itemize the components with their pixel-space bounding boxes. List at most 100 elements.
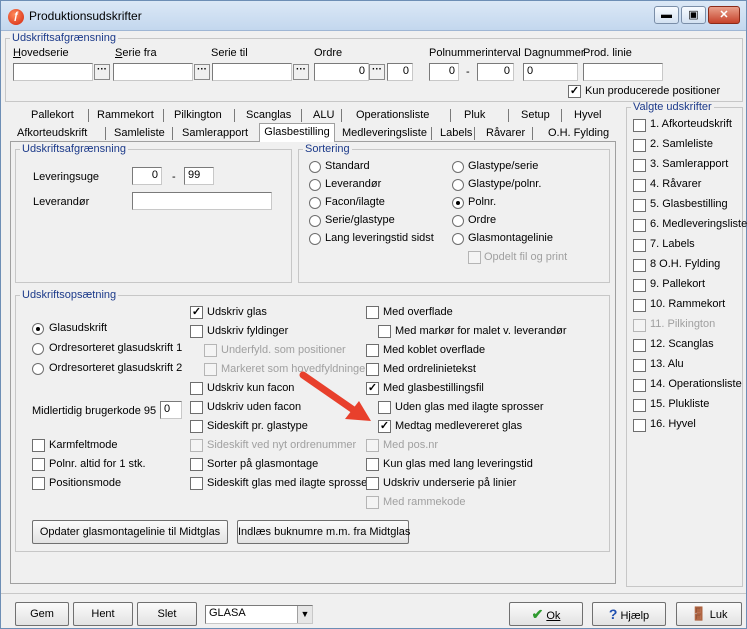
tab-pallekort[interactable]: Pallekort (31, 109, 74, 121)
valgte-alu-checkbox[interactable] (633, 359, 646, 372)
sort-serie-glastype-radio[interactable] (309, 215, 321, 227)
serie-fra-input[interactable] (113, 63, 193, 81)
sorter-glasmontage-checkbox[interactable] (190, 458, 203, 471)
kun-lang-leveringstid-checkbox[interactable] (366, 458, 379, 471)
tab-alu[interactable]: ALU (313, 109, 334, 121)
tab-pilkington[interactable]: Pilkington (174, 109, 222, 121)
valgte-hyvel-checkbox[interactable] (633, 419, 646, 432)
underfyld-checkbox[interactable] (204, 344, 217, 357)
valgte-labels-checkbox[interactable] (633, 239, 646, 252)
valgte-samleliste-checkbox[interactable] (633, 139, 646, 152)
sideskift-ordrenummer-checkbox[interactable] (190, 439, 203, 452)
hovedserie-input[interactable] (13, 63, 93, 81)
udskriv-glas-checkbox[interactable]: ✓ (190, 306, 203, 319)
valgte-rammekort-checkbox[interactable] (633, 299, 646, 312)
tab-operationsliste[interactable]: Operationsliste (356, 109, 429, 121)
med-overflade-checkbox[interactable] (366, 306, 379, 319)
combo-dropdown-icon[interactable]: ▼ (297, 606, 312, 623)
tab-glasbestilling[interactable]: Glasbestilling (259, 123, 335, 142)
tab-hyvel[interactable]: Hyvel (574, 109, 602, 121)
med-markor-checkbox[interactable] (378, 325, 391, 338)
sort-leverandor-radio[interactable] (309, 179, 321, 191)
sort-lang-leveringstid-radio[interactable] (309, 233, 321, 245)
opdater-glasmontagelinie-button[interactable]: Opdater glasmontagelinie til Midtglas (32, 520, 228, 544)
ordre-lookup-button[interactable]: ··· (369, 64, 385, 80)
close-button[interactable]: ✕ (708, 6, 740, 24)
tab-rammekort[interactable]: Rammekort (97, 109, 154, 121)
med-posnr-checkbox[interactable] (366, 439, 379, 452)
valgte-medleveringsliste-checkbox[interactable] (633, 219, 646, 232)
sort-ordre-radio[interactable] (452, 215, 464, 227)
uden-glas-sprosser-checkbox[interactable] (378, 401, 391, 414)
valgte-ravarer-checkbox[interactable] (633, 179, 646, 192)
kun-producerede-checkbox[interactable]: ✓ (568, 85, 581, 98)
udskriv-underserie-checkbox[interactable] (366, 477, 379, 490)
tab-samleliste[interactable]: Samleliste (114, 127, 165, 139)
valgte-pilkington-checkbox[interactable] (633, 319, 646, 332)
dagnummer-input[interactable]: 0 (523, 63, 578, 81)
markeret-hovedfyldninger-checkbox[interactable] (204, 363, 217, 376)
valgte-glasbestilling-checkbox[interactable] (633, 199, 646, 212)
polnr-from-input[interactable]: 0 (429, 63, 459, 81)
tab-samlerapport[interactable]: Samlerapport (182, 127, 248, 139)
ordresorteret-1-radio[interactable] (32, 343, 44, 355)
minimize-button[interactable]: ▬ (654, 6, 679, 24)
ok-button[interactable]: ✔ Ok (509, 602, 583, 626)
udskriv-fyldinger-checkbox[interactable] (190, 325, 203, 338)
sort-glasmontagelinie-radio[interactable] (452, 233, 464, 245)
maximize-button[interactable]: ▣ (681, 6, 706, 24)
tab-labels[interactable]: Labels (440, 127, 472, 139)
leveringsuge-to-input[interactable]: 99 (184, 167, 214, 185)
sort-glastype-serie-radio[interactable] (452, 161, 464, 173)
udskriv-uden-facon-checkbox[interactable] (190, 401, 203, 414)
slet-button[interactable]: Slet (137, 602, 197, 626)
leveringsuge-from-input[interactable]: 0 (132, 167, 162, 185)
hovedserie-lookup-button[interactable]: ··· (94, 64, 110, 80)
polnr-altid-checkbox[interactable] (32, 458, 45, 471)
tab-medleveringsliste[interactable]: Medleveringsliste (342, 127, 427, 139)
tab-oh-fylding[interactable]: O.H. Fylding (548, 127, 609, 139)
medtag-medlevereret-checkbox[interactable]: ✓ (378, 420, 391, 433)
tab-scanglas[interactable]: Scanglas (246, 109, 291, 121)
opdelt-fil-checkbox[interactable] (468, 251, 481, 264)
midlertidig-input[interactable]: 0 (160, 401, 182, 419)
serie-til-input[interactable] (212, 63, 292, 81)
luk-button[interactable]: 🚪 Luk (676, 602, 742, 626)
leverandor-input[interactable] (132, 192, 272, 210)
tab-afkorteudskrift[interactable]: Afkorteudskrift (17, 127, 87, 139)
med-rammekode-checkbox[interactable] (366, 496, 379, 509)
sideskift-glastype-checkbox[interactable] (190, 420, 203, 433)
karmfeltmode-checkbox[interactable] (32, 439, 45, 452)
ordre-from-input[interactable]: 0 (314, 63, 369, 81)
udskriv-kun-facon-checkbox[interactable] (190, 382, 203, 395)
polnr-to-input[interactable]: 0 (477, 63, 514, 81)
tab-pluk[interactable]: Pluk (464, 109, 485, 121)
sort-glastype-polnr-radio[interactable] (452, 179, 464, 191)
tab-setup[interactable]: Setup (521, 109, 550, 121)
ordre-to-input[interactable]: 0 (387, 63, 413, 81)
valgte-plukliste-checkbox[interactable] (633, 399, 646, 412)
prod-linie-input[interactable] (583, 63, 663, 81)
ordresorteret-2-radio[interactable] (32, 363, 44, 375)
valgte-oh-fylding-checkbox[interactable] (633, 259, 646, 272)
indlaes-buknumre-button[interactable]: Indlæs buknumre m.m. fra Midtglas (237, 520, 410, 544)
positionsmode-checkbox[interactable] (32, 477, 45, 490)
valgte-pallekort-checkbox[interactable] (633, 279, 646, 292)
hent-button[interactable]: Hent (73, 602, 133, 626)
serie-fra-lookup-button[interactable]: ··· (194, 64, 210, 80)
title-bar[interactable]: ƒ Produktionsudskrifter ▬ ▣ ✕ (1, 1, 746, 31)
valgte-samlerapport-checkbox[interactable] (633, 159, 646, 172)
glasudskrift-radio[interactable] (32, 323, 44, 335)
gem-button[interactable]: Gem (15, 602, 69, 626)
sort-polnr-radio[interactable] (452, 197, 464, 209)
valgte-afkorteudskrift-checkbox[interactable] (633, 119, 646, 132)
hjaelp-button[interactable]: ? Hjælp (592, 602, 666, 626)
valgte-scanglas-checkbox[interactable] (633, 339, 646, 352)
serie-til-lookup-button[interactable]: ··· (293, 64, 309, 80)
tab-ravarer[interactable]: Råvarer (486, 127, 525, 139)
sideskift-sprosser-checkbox[interactable] (190, 477, 203, 490)
valgte-operationsliste-checkbox[interactable] (633, 379, 646, 392)
sort-standard-radio[interactable] (309, 161, 321, 173)
sort-facon-radio[interactable] (309, 197, 321, 209)
med-koblet-overflade-checkbox[interactable] (366, 344, 379, 357)
